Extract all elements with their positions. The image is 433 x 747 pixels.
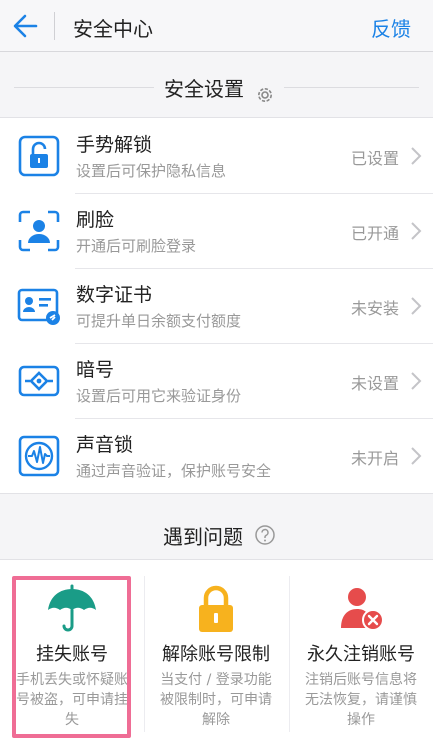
delete-account-card[interactable]: 永久注销账号 注销后账号信息将 无法恢复，请谨慎 操作 <box>289 560 433 747</box>
card-description: 注销后账号信息将 无法恢复，请谨慎 操作 <box>305 672 417 728</box>
help-icon[interactable] <box>254 524 276 546</box>
digital-certificate-row[interactable]: 数字证书 可提升单日余额支付额度 未安装 <box>0 268 433 343</box>
card-title: 永久注销账号 <box>307 644 415 665</box>
page-title: 安全中心 <box>73 17 153 41</box>
card-description: 当支付 / 登录功能 被限制时，可申请 解除 <box>160 672 272 728</box>
problems-title: 遇到问题 <box>163 525 243 549</box>
card-title: 解除账号限制 <box>162 644 270 665</box>
face-login-row[interactable]: 刷脸 开通后可刷脸登录 已开通 <box>0 193 433 268</box>
back-button[interactable] <box>6 8 46 44</box>
row-title: 暗号 <box>76 359 115 381</box>
row-title: 数字证书 <box>76 284 153 306</box>
face-scan-icon <box>18 210 60 252</box>
row-subtitle: 开通后可刷脸登录 <box>76 237 197 255</box>
row-status: 未设置 <box>350 374 399 393</box>
security-settings-title: 安全设置 <box>164 77 244 101</box>
umbrella-icon <box>48 584 96 632</box>
row-title: 手势解锁 <box>76 134 153 156</box>
row-subtitle: 设置后可保护隐私信息 <box>76 162 227 180</box>
lock-icon <box>18 135 60 177</box>
padlock-icon <box>199 585 233 632</box>
row-status: 已开通 <box>350 224 399 243</box>
report-loss-card[interactable]: 挂失账号 手机丢失或怀疑账 号被盗，可申请挂 失 <box>0 560 144 747</box>
feedback-button[interactable]: 反馈 <box>371 13 411 42</box>
row-status: 未开启 <box>350 449 399 468</box>
header-divider <box>54 12 55 40</box>
row-title: 声音锁 <box>76 434 134 456</box>
secret-code-row[interactable]: 暗号 设置后可用它来验证身份 未设置 <box>0 343 433 418</box>
card-title: 挂失账号 <box>36 644 108 665</box>
voice-wave-icon <box>18 435 60 477</box>
chevron-right-icon <box>411 372 422 390</box>
divider-line <box>14 87 154 88</box>
security-settings-header: 安全设置 <box>0 56 433 118</box>
chevron-right-icon <box>411 147 422 165</box>
certificate-icon <box>17 288 60 325</box>
nav-header: 安全中心 反馈 <box>0 0 433 52</box>
user-delete-icon <box>341 588 384 631</box>
chevron-right-icon <box>411 297 422 315</box>
code-icon <box>18 365 60 397</box>
row-status: 已设置 <box>350 149 399 168</box>
voice-lock-row[interactable]: 声音锁 通过声音验证，保护账号安全 未开启 <box>0 418 433 493</box>
row-subtitle: 通过声音验证，保护账号安全 <box>76 462 272 480</box>
chevron-right-icon <box>411 447 422 465</box>
chevron-right-icon <box>411 222 422 240</box>
security-settings-list: 手势解锁 设置后可保护隐私信息 已设置 刷脸 开通后可刷脸登录 已开通 数字证书… <box>0 117 433 494</box>
row-title: 刷脸 <box>76 209 115 231</box>
card-description: 手机丢失或怀疑账 号被盗，可申请挂 失 <box>16 672 128 728</box>
row-subtitle: 可提升单日余额支付额度 <box>76 312 242 330</box>
divider-line <box>284 87 419 88</box>
row-subtitle: 设置后可用它来验证身份 <box>76 387 242 405</box>
row-status: 未安装 <box>350 299 399 318</box>
back-arrow-icon <box>13 14 38 38</box>
gear-icon[interactable] <box>255 85 275 105</box>
problem-cards: 挂失账号 手机丢失或怀疑账 号被盗，可申请挂 失 解除账号限制 当支付 / 登录… <box>0 559 433 747</box>
remove-restriction-card[interactable]: 解除账号限制 当支付 / 登录功能 被限制时，可申请 解除 <box>144 560 288 747</box>
problems-header: 遇到问题 <box>0 497 433 559</box>
gesture-unlock-row[interactable]: 手势解锁 设置后可保护隐私信息 已设置 <box>0 118 433 193</box>
